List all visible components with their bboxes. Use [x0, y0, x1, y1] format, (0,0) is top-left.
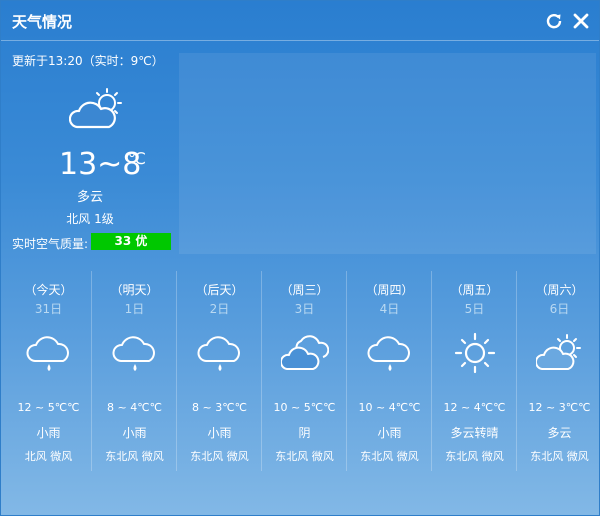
forecast-condition: 多云转晴 [450, 426, 499, 440]
forecast-date: 6日 [549, 302, 570, 316]
forecast-day: （周五） 5日 12 ~ 4℃℃ 多云转晴 东北风 微风 [431, 271, 517, 471]
forecast-temp: 10 ~ 5℃℃ [273, 401, 336, 414]
forecast-condition: 阴 [298, 426, 311, 440]
forecast-date: 31日 [34, 302, 63, 316]
forecast-condition: 小雨 [122, 426, 147, 440]
rain-icon [112, 336, 155, 371]
current-wind: 北风 1级 [66, 212, 114, 226]
forecast-date: 5日 [464, 302, 485, 316]
forecast-date: 1日 [124, 302, 145, 316]
forecast-weekday: （今天） [24, 283, 73, 297]
forecast-day: （周四） 4日 10 ~ 4℃℃ 小雨 东北风 微风 [346, 271, 432, 471]
forecast-condition: 小雨 [377, 426, 402, 440]
forecast-row: （今天） 31日 12 ~ 5℃℃ 小雨 北风 微风 （明天） 1日 8 ~ 4… [1, 271, 600, 471]
forecast-weekday: （周四） [365, 283, 414, 297]
aqi-label: 实时空气质量: [12, 237, 89, 251]
forecast-day: （后天） 2日 8 ~ 3℃℃ 小雨 东北风 微风 [176, 271, 262, 471]
title-bar: 天气情况 [1, 1, 599, 41]
overcast-icon [281, 335, 329, 370]
forecast-temp: 12 ~ 5℃℃ [17, 401, 80, 414]
forecast-condition: 小雨 [36, 426, 61, 440]
forecast-temp: 8 ~ 4℃℃ [107, 401, 162, 414]
forecast-condition: 小雨 [207, 426, 232, 440]
close-icon[interactable] [571, 11, 591, 31]
forecast-day: （今天） 31日 12 ~ 5℃℃ 小雨 北风 微风 [6, 271, 91, 471]
forecast-day: （周六） 6日 12 ~ 3℃℃ 多云 东北风 微风 [516, 271, 600, 471]
forecast-temp: 10 ~ 4℃℃ [358, 401, 421, 414]
forecast-weekday: （周六） [535, 283, 584, 297]
current-condition: 多云 [76, 190, 103, 205]
forecast-date: 3日 [294, 302, 315, 316]
forecast-wind: 东北风 微风 [275, 450, 334, 463]
forecast-weekday: （周五） [450, 283, 499, 297]
partly-cloudy-icon [69, 88, 122, 129]
forecast-temp: 8 ~ 3℃℃ [192, 401, 247, 414]
rain-icon [26, 336, 69, 371]
current-temp-unit: ℃ [128, 149, 146, 168]
weather-window: 天气情况 更新于13:20（实时：9℃） 13~8 ℃ 多云 北风 1级 实时空… [0, 0, 600, 516]
forecast-weekday: （后天） [195, 283, 244, 297]
forecast-weekday: （明天） [110, 283, 159, 297]
forecast-wind: 北风 微风 [24, 450, 73, 463]
forecast-wind: 东北风 微风 [190, 450, 249, 463]
sun-icon [454, 332, 496, 374]
forecast-wind: 东北风 微风 [360, 450, 419, 463]
forecast-temp: 12 ~ 3℃℃ [528, 401, 591, 414]
refresh-icon[interactable] [544, 11, 564, 31]
update-time: 更新于13:20（实时：9℃） [12, 54, 164, 68]
forecast-date: 2日 [209, 302, 230, 316]
forecast-day: （周三） 3日 10 ~ 5℃℃ 阴 东北风 微风 [261, 271, 347, 471]
partly-cloudy-icon [536, 334, 581, 370]
forecast-wind: 东北风 微风 [530, 450, 589, 463]
forecast-date: 4日 [379, 302, 400, 316]
forecast-weekday: （周三） [280, 283, 329, 297]
forecast-day: （明天） 1日 8 ~ 4℃℃ 小雨 东北风 微风 [91, 271, 177, 471]
forecast-wind: 东北风 微风 [445, 450, 504, 463]
aqi-badge: 33 优 [91, 233, 171, 250]
rain-icon [197, 336, 240, 371]
forecast-temp: 12 ~ 4℃℃ [443, 401, 506, 414]
forecast-condition: 多云 [547, 426, 572, 440]
rain-icon [367, 336, 410, 371]
window-title: 天气情况 [12, 13, 73, 31]
map-panel [179, 53, 596, 254]
forecast-wind: 东北风 微风 [105, 450, 164, 463]
